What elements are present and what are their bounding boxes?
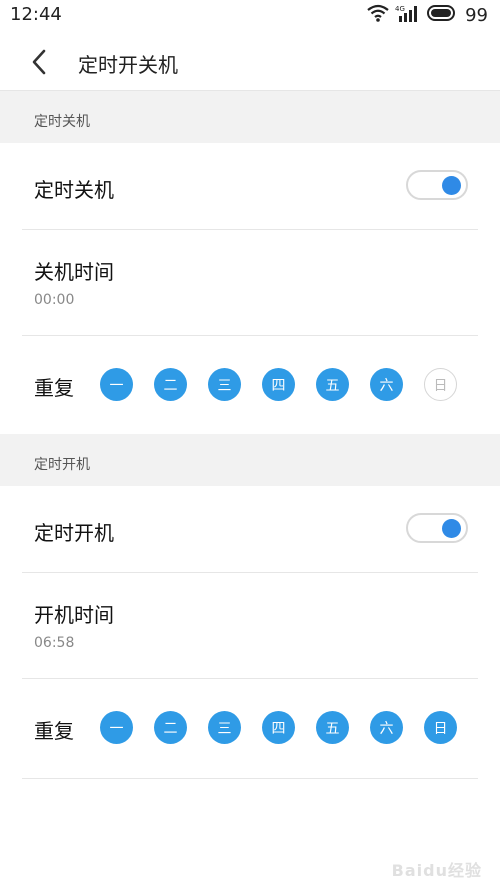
wifi-icon xyxy=(367,4,389,26)
cell-signal-icon: 4G xyxy=(395,4,421,26)
settings-screen: 12:44 4G 99 定时开关机 定时关机 定时关机 关机时间 00:00 重… xyxy=(0,0,500,889)
poweron-repeat-row: 重复 一 二 三 四 五 六 日 xyxy=(22,679,478,779)
watermark: Baidu经验 xyxy=(391,861,482,880)
poweron-time-value: 06:58 xyxy=(34,635,75,651)
shutdown-day-sat[interactable]: 六 xyxy=(370,368,403,401)
shutdown-repeat-label: 重复 xyxy=(34,376,74,400)
chevron-left-icon xyxy=(32,49,46,75)
shutdown-toggle-switch[interactable] xyxy=(406,170,468,200)
section-title: 定时开机 xyxy=(34,457,90,473)
poweron-toggle-row[interactable]: 定时开机 xyxy=(22,486,478,573)
app-header: 定时开关机 xyxy=(0,32,500,91)
poweron-day-mon[interactable]: 一 xyxy=(100,711,133,744)
shutdown-day-fri[interactable]: 五 xyxy=(316,368,349,401)
toggle-knob xyxy=(442,519,461,538)
shutdown-time-label: 关机时间 xyxy=(34,260,114,284)
battery-icon xyxy=(427,5,457,25)
page-title: 定时开关机 xyxy=(78,53,178,77)
shutdown-day-thu[interactable]: 四 xyxy=(262,368,295,401)
shutdown-time-row[interactable]: 关机时间 00:00 xyxy=(22,230,478,336)
network-type-label: 4G xyxy=(395,5,405,13)
shutdown-repeat-row: 重复 一 二 三 四 五 六 日 xyxy=(22,336,478,434)
shutdown-time-value: 00:00 xyxy=(34,292,75,308)
section-title: 定时关机 xyxy=(34,114,90,130)
poweron-day-tue[interactable]: 二 xyxy=(154,711,187,744)
poweron-toggle-label: 定时开机 xyxy=(34,521,114,545)
poweron-time-row[interactable]: 开机时间 06:58 xyxy=(22,573,478,679)
shutdown-day-mon[interactable]: 一 xyxy=(100,368,133,401)
poweron-day-wed[interactable]: 三 xyxy=(208,711,241,744)
shutdown-day-picker: 一 二 三 四 五 六 日 xyxy=(100,368,457,401)
poweron-day-picker: 一 二 三 四 五 六 日 xyxy=(100,711,457,744)
back-button[interactable] xyxy=(22,45,56,79)
status-time: 12:44 xyxy=(10,4,62,25)
poweron-day-fri[interactable]: 五 xyxy=(316,711,349,744)
poweron-day-sat[interactable]: 六 xyxy=(370,711,403,744)
poweron-toggle-switch[interactable] xyxy=(406,513,468,543)
section-header-shutdown: 定时关机 xyxy=(0,91,500,143)
toggle-knob xyxy=(442,176,461,195)
poweron-day-sun[interactable]: 日 xyxy=(424,711,457,744)
shutdown-day-tue[interactable]: 二 xyxy=(154,368,187,401)
poweron-repeat-label: 重复 xyxy=(34,719,74,743)
poweron-time-label: 开机时间 xyxy=(34,603,114,627)
shutdown-toggle-row[interactable]: 定时关机 xyxy=(22,143,478,230)
status-icons: 4G 99 xyxy=(367,4,488,26)
poweron-day-thu[interactable]: 四 xyxy=(262,711,295,744)
status-bar: 12:44 4G 99 xyxy=(0,0,500,32)
section-header-poweron: 定时开机 xyxy=(0,434,500,486)
battery-level: 99 xyxy=(465,4,488,26)
shutdown-toggle-label: 定时关机 xyxy=(34,178,114,202)
shutdown-day-wed[interactable]: 三 xyxy=(208,368,241,401)
shutdown-day-sun[interactable]: 日 xyxy=(424,368,457,401)
